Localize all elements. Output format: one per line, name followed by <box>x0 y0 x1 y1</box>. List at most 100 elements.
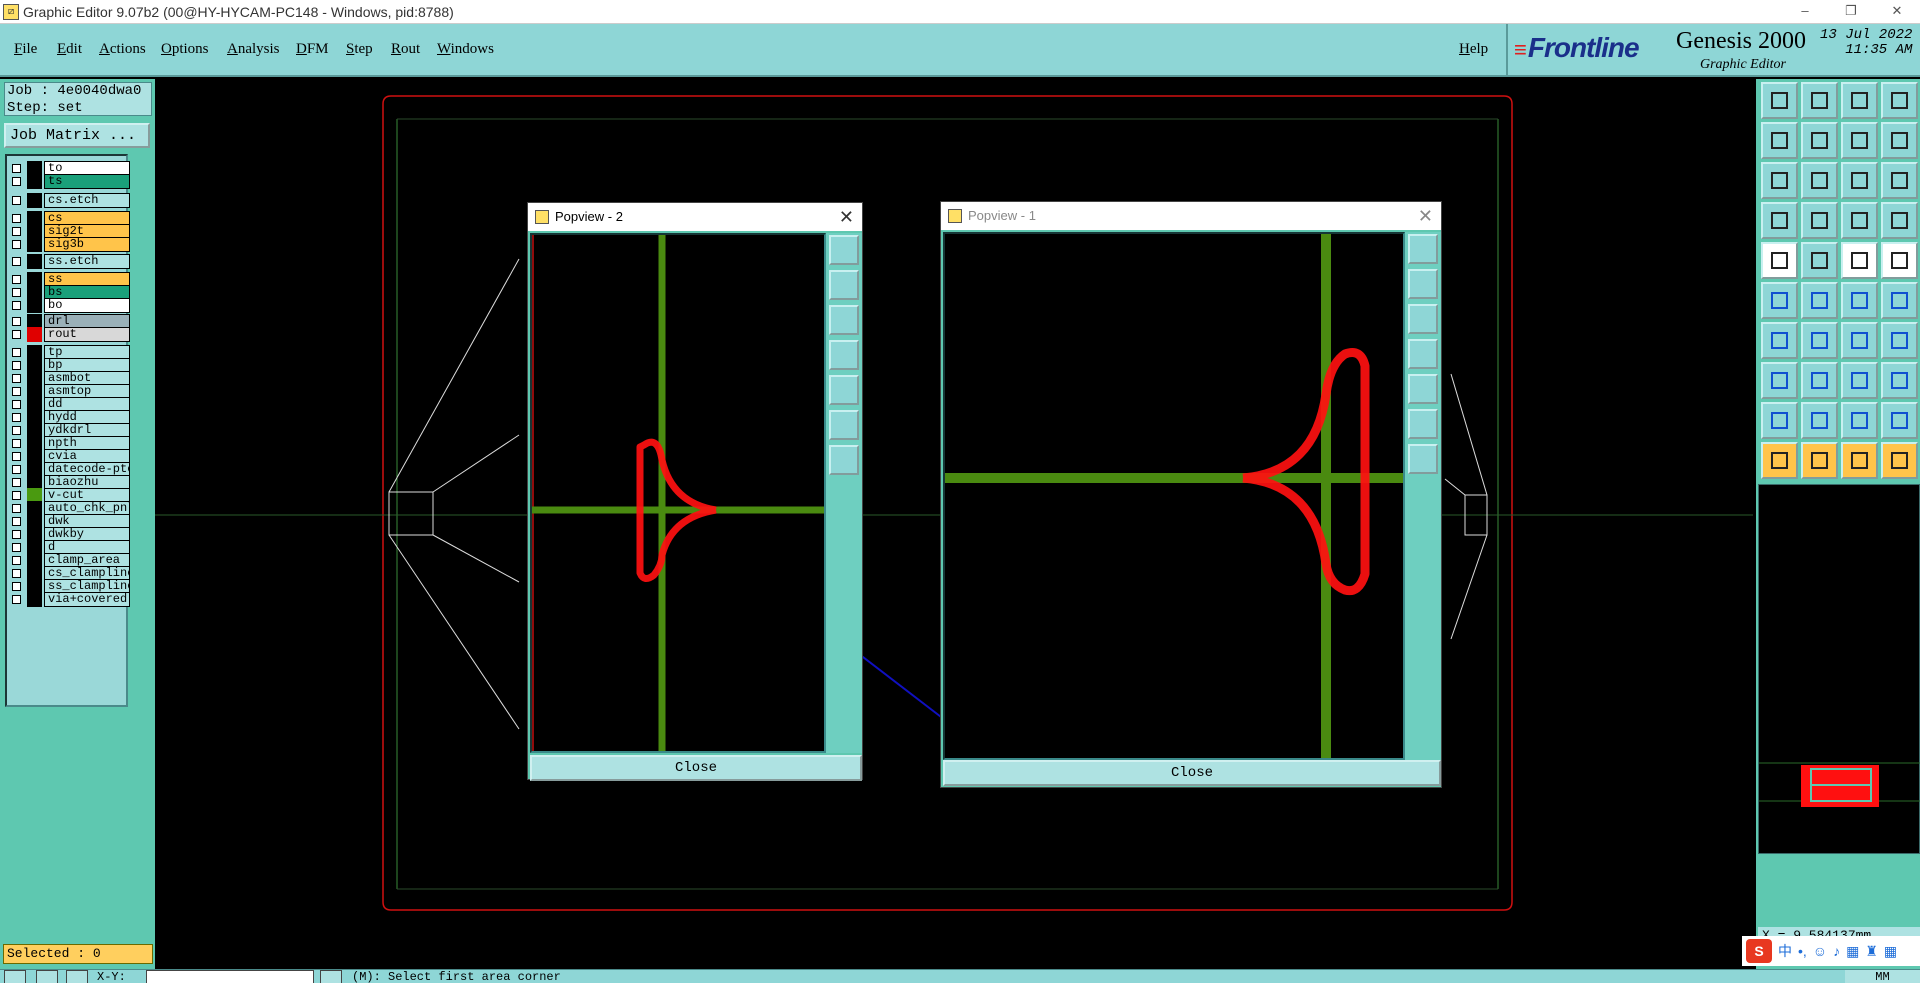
status-button-4[interactable] <box>320 970 342 983</box>
command-input[interactable] <box>146 970 314 983</box>
minus-icon[interactable] <box>1801 362 1838 399</box>
layer-checkbox[interactable] <box>12 426 21 435</box>
ime-skin-icon[interactable]: ♜ <box>1865 943 1878 960</box>
popview-1-tool-7[interactable] <box>1408 444 1438 474</box>
layer-checkbox[interactable] <box>12 348 21 357</box>
layer-checkbox[interactable] <box>12 413 21 422</box>
layer-checkbox[interactable] <box>12 400 21 409</box>
layer-color-swatch[interactable] <box>27 193 42 208</box>
menu-edit[interactable]: Edit <box>57 41 82 58</box>
layer-checkbox[interactable] <box>12 491 21 500</box>
rotate-icon[interactable] <box>1841 322 1878 359</box>
layer-checkbox[interactable] <box>12 439 21 448</box>
layer-checkbox[interactable] <box>12 177 21 186</box>
line-icon[interactable] <box>1801 242 1838 279</box>
layer-checkbox[interactable] <box>12 556 21 565</box>
popview-1-tool-5[interactable] <box>1408 374 1438 404</box>
layer-color-swatch[interactable] <box>27 327 42 342</box>
popview-1-titlebar[interactable]: Popview - 1 ✕ <box>941 202 1441 230</box>
menu-file[interactable]: File <box>14 41 37 58</box>
layer-checkbox[interactable] <box>12 374 21 383</box>
pointer-icon[interactable] <box>1761 442 1798 479</box>
layer-checkbox[interactable] <box>12 196 21 205</box>
triangle-icon[interactable] <box>1761 402 1798 439</box>
split-icon[interactable] <box>1881 322 1918 359</box>
open-icon[interactable] <box>1761 82 1798 119</box>
grid-icon[interactable] <box>1801 202 1838 239</box>
pan-icon[interactable] <box>1801 162 1838 199</box>
popview-2-tool-1[interactable] <box>829 235 859 265</box>
layer-color-swatch[interactable] <box>27 237 42 252</box>
menu-help[interactable]: Help <box>1459 41 1488 58</box>
layer-checkbox[interactable] <box>12 214 21 223</box>
pick-icon[interactable] <box>1841 442 1878 479</box>
menu-analysis[interactable]: Analysis <box>227 41 280 58</box>
popview-2-tool-5[interactable] <box>829 375 859 405</box>
status-button-1[interactable] <box>4 970 26 983</box>
layer-checkbox[interactable] <box>12 301 21 310</box>
layer-checkbox[interactable] <box>12 465 21 474</box>
popview-2-tool-2[interactable] <box>829 270 859 300</box>
layer-color-swatch[interactable] <box>27 592 42 607</box>
arc-icon[interactable] <box>1881 282 1918 319</box>
fit-icon[interactable] <box>1761 162 1798 199</box>
layer-checkbox[interactable] <box>12 240 21 249</box>
popview-1-view[interactable] <box>943 232 1405 760</box>
layer-checkbox[interactable] <box>12 317 21 326</box>
layer-color-swatch[interactable] <box>27 298 42 313</box>
trapezoid-icon[interactable] <box>1841 402 1878 439</box>
layer-name[interactable]: via+covered <box>44 592 130 607</box>
layer-row[interactable]: rout <box>7 327 130 342</box>
layer-checkbox[interactable] <box>12 517 21 526</box>
measure-icon[interactable] <box>1761 202 1798 239</box>
ime-keyboard-icon[interactable]: ▦ <box>1846 943 1859 960</box>
angle-icon[interactable] <box>1801 402 1838 439</box>
edit-segment-icon[interactable] <box>1801 322 1838 359</box>
ime-mic-icon[interactable]: ♪ <box>1833 943 1840 959</box>
layer-checkbox[interactable] <box>12 543 21 552</box>
home-icon[interactable] <box>1841 82 1878 119</box>
select-box-icon[interactable] <box>1761 362 1798 399</box>
select-pointer-icon[interactable] <box>1801 442 1838 479</box>
popview-1-tool-3[interactable] <box>1408 304 1438 334</box>
layer-row[interactable]: ss.etch <box>7 254 130 269</box>
job-matrix-button[interactable]: Job Matrix ... <box>4 123 150 148</box>
popview-1-close-icon[interactable]: ✕ <box>1418 202 1433 230</box>
layer-checkbox[interactable] <box>12 288 21 297</box>
dimension-icon[interactable] <box>1841 362 1878 399</box>
layer-name[interactable]: bo <box>44 298 130 313</box>
layer-color-swatch[interactable] <box>27 174 42 189</box>
menu-rout[interactable]: Rout <box>391 41 420 58</box>
snap-icon[interactable] <box>1841 202 1878 239</box>
ime-punctuation-icon[interactable]: •, <box>1798 943 1807 959</box>
layer-row[interactable]: ts <box>7 174 130 189</box>
popview-2-titlebar[interactable]: Popview - 2 ✕ <box>528 203 862 231</box>
ime-emoji-icon[interactable]: ☺ <box>1813 943 1827 959</box>
popview-2-close-icon[interactable]: ✕ <box>839 203 854 231</box>
snap-center-icon[interactable] <box>1881 202 1918 239</box>
layer-checkbox[interactable] <box>12 504 21 513</box>
ime-menu-icon[interactable]: ▦ <box>1884 943 1897 960</box>
popview-2-window[interactable]: Popview - 2 ✕ Close <box>527 202 863 781</box>
layer-row[interactable]: sig3b <box>7 237 130 252</box>
layer-checkbox[interactable] <box>12 275 21 284</box>
group-icon[interactable] <box>1881 362 1918 399</box>
layer-checkbox[interactable] <box>12 569 21 578</box>
popview-1-tool-1[interactable] <box>1408 234 1438 264</box>
arc-point-icon[interactable] <box>1841 282 1878 319</box>
move-left-icon[interactable] <box>1761 122 1798 159</box>
layer-checkbox[interactable] <box>12 361 21 370</box>
layer-checkbox[interactable] <box>12 530 21 539</box>
save-icon[interactable] <box>1801 82 1838 119</box>
layer-name[interactable]: rout <box>44 327 130 342</box>
polygon-icon[interactable] <box>1881 402 1918 439</box>
menu-windows[interactable]: Windows <box>437 41 494 58</box>
ruler-icon[interactable] <box>1841 242 1878 279</box>
sogou-icon[interactable]: S <box>1746 939 1772 963</box>
scale-icon[interactable] <box>1841 162 1878 199</box>
ime-language[interactable]: 中 <box>1778 941 1792 961</box>
ime-toolbar[interactable]: S 中 •, ☺ ♪ ▦ ♜ ▦ <box>1742 936 1920 966</box>
popview-1-close-button[interactable]: Close <box>943 760 1441 786</box>
move-right-icon[interactable] <box>1801 122 1838 159</box>
popview-2-tool-7[interactable] <box>829 445 859 475</box>
